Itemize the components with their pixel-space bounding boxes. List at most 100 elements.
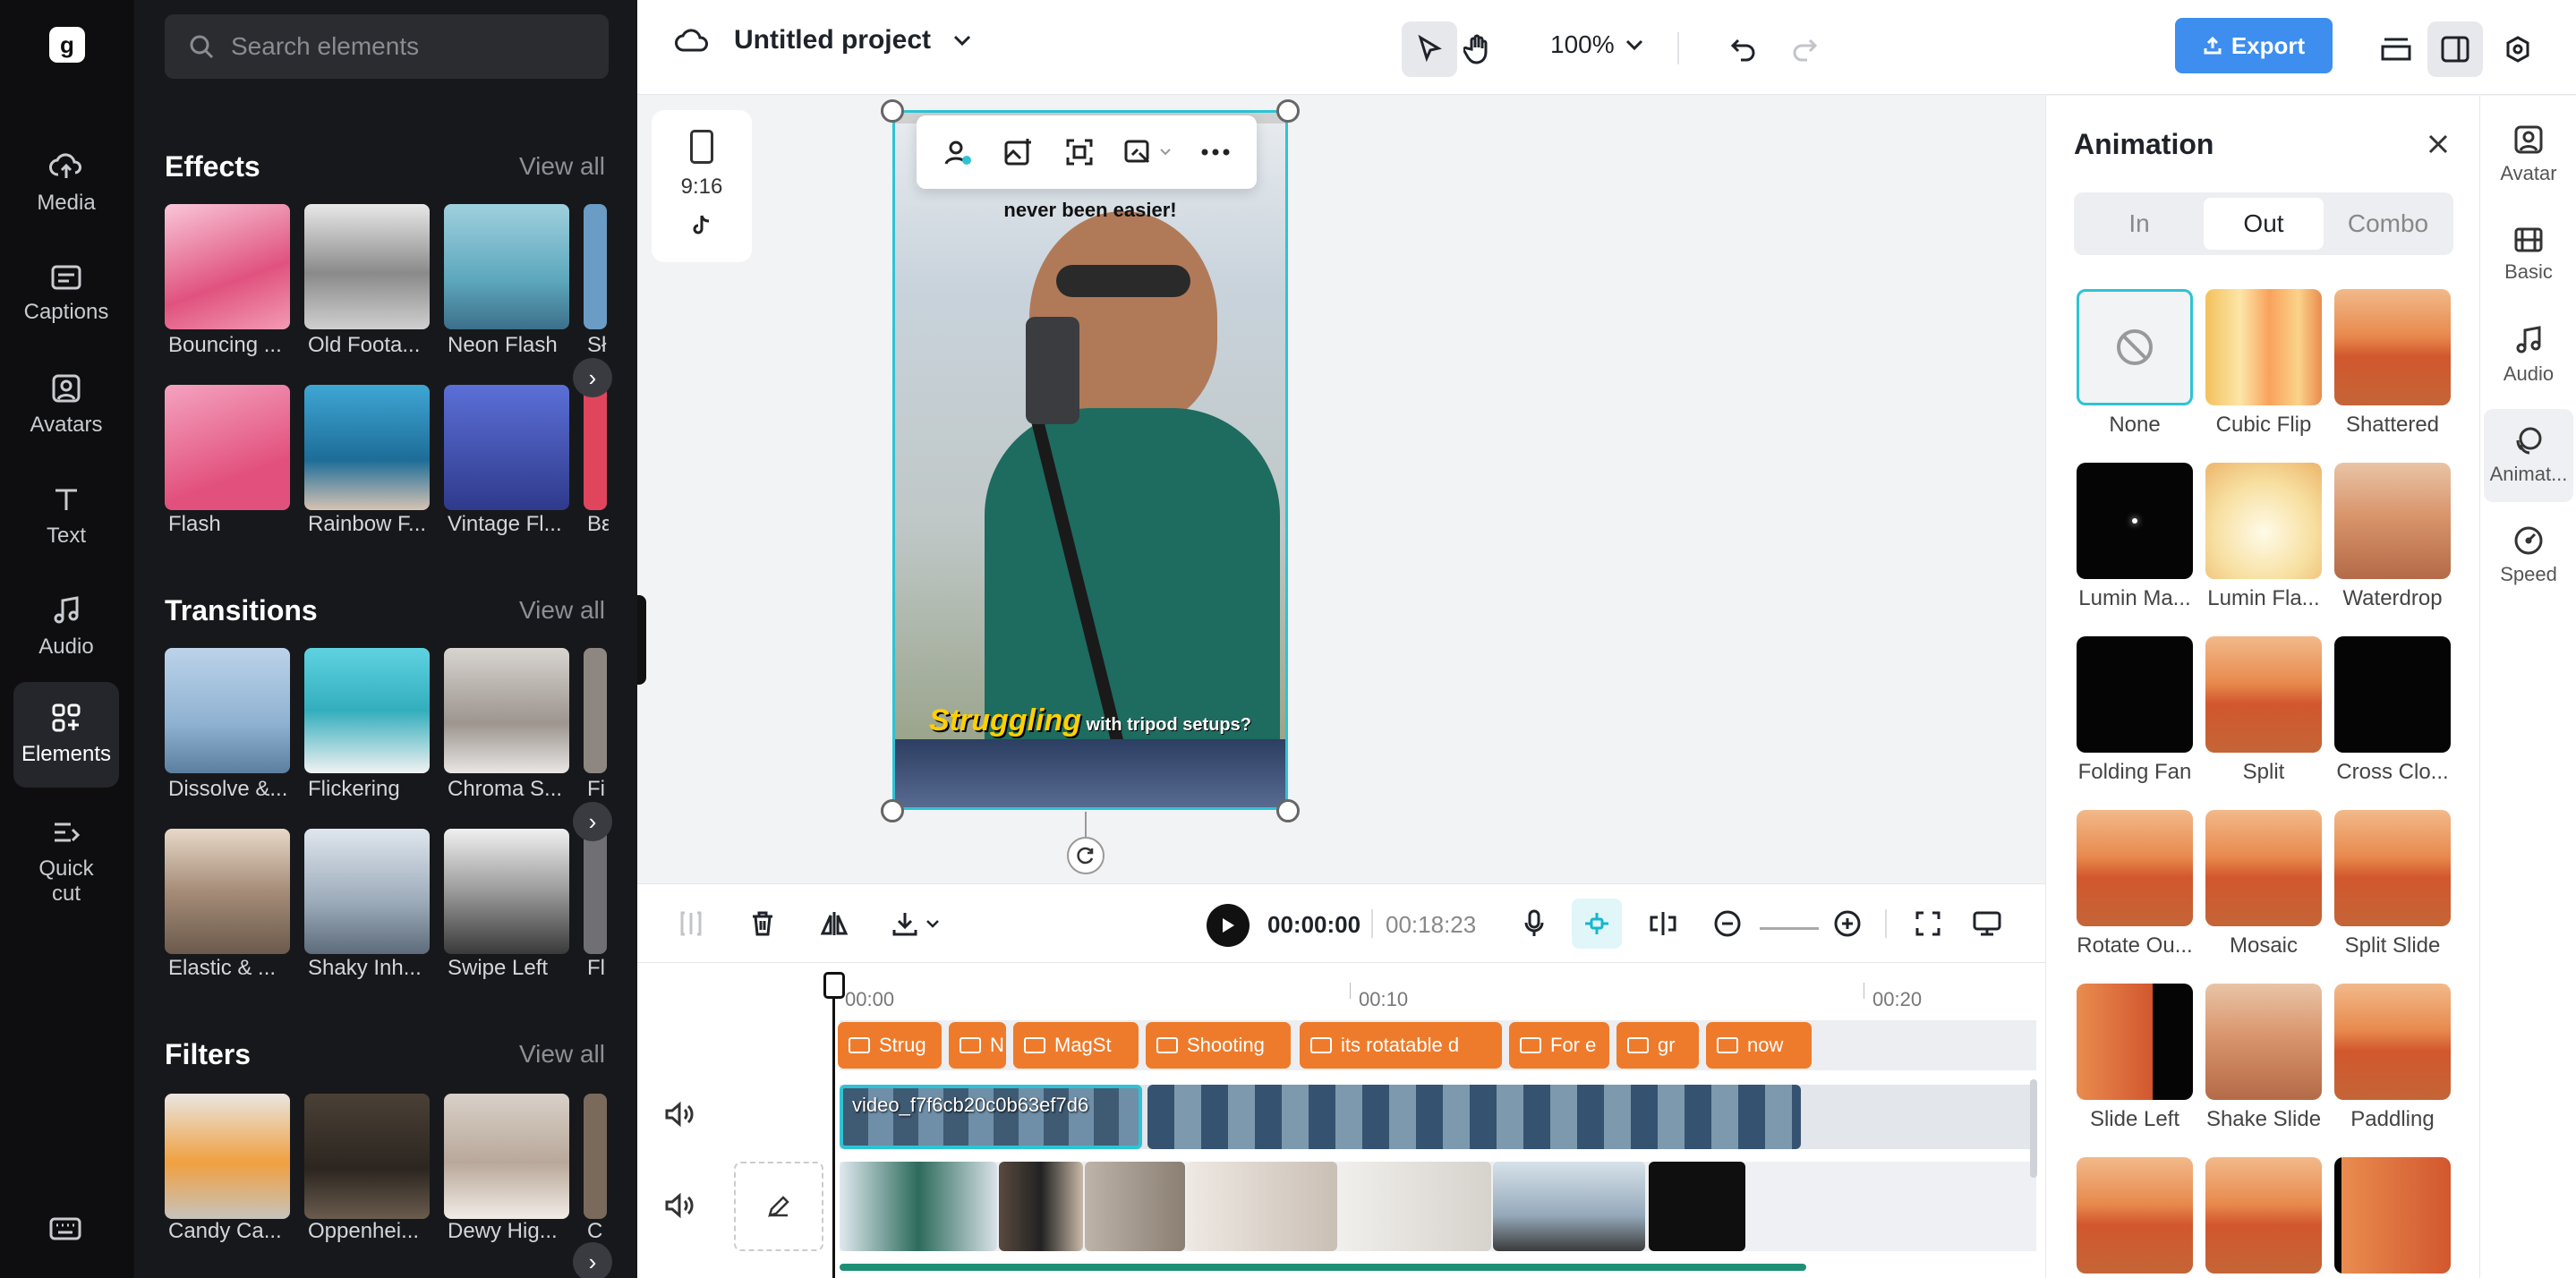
caption-chip[interactable]: its rotatable d — [1300, 1022, 1502, 1069]
delete-button[interactable] — [741, 902, 784, 945]
audio-track-clip[interactable] — [840, 1264, 1806, 1271]
transition-thumb[interactable] — [584, 648, 607, 773]
caption-chip[interactable]: MagSt — [1013, 1022, 1139, 1069]
filter-thumb[interactable] — [444, 1094, 569, 1219]
animation-tile[interactable] — [2334, 1157, 2451, 1274]
animation-tile[interactable] — [2334, 810, 2451, 926]
resize-handle-bottom-left[interactable] — [881, 799, 904, 822]
tab-out[interactable]: Out — [2204, 198, 2324, 250]
tab-in[interactable]: In — [2079, 198, 2199, 250]
animation-tile[interactable] — [2334, 463, 2451, 579]
filter-thumb[interactable] — [584, 1094, 607, 1219]
effect-thumb[interactable] — [165, 204, 290, 329]
broll-track-volume-button[interactable] — [664, 1192, 696, 1224]
transition-thumb[interactable] — [584, 829, 607, 954]
animation-tile[interactable] — [2334, 289, 2451, 405]
playhead-handle[interactable] — [823, 972, 845, 999]
animation-tile[interactable] — [2205, 463, 2322, 579]
avatar-swap-button[interactable] — [938, 132, 977, 172]
video-clip[interactable] — [1147, 1085, 1801, 1149]
caption-chip[interactable]: For e — [1509, 1022, 1609, 1069]
keyboard-icon[interactable] — [49, 1215, 85, 1251]
animation-tile[interactable] — [2205, 1157, 2322, 1274]
broll-clip[interactable] — [1085, 1162, 1185, 1251]
replace-image-button[interactable] — [999, 132, 1038, 172]
search-input[interactable]: Search elements — [165, 14, 609, 79]
effects-view-all[interactable]: View all — [519, 152, 605, 181]
flip-button[interactable] — [813, 902, 856, 945]
video-track-volume-button[interactable] — [664, 1101, 696, 1133]
zoom-select[interactable]: 100% — [1550, 30, 1643, 59]
effect-thumb[interactable] — [304, 204, 430, 329]
panel-collapse-handle[interactable] — [637, 595, 646, 685]
filters-scroll-right-button[interactable]: › — [573, 1242, 612, 1278]
transition-thumb[interactable] — [304, 648, 430, 773]
broll-clip[interactable] — [1339, 1162, 1491, 1251]
timeline-scrollbar[interactable] — [2030, 1079, 2037, 1178]
transition-thumb[interactable] — [165, 829, 290, 954]
caption-chip[interactable]: now — [1706, 1022, 1812, 1069]
redo-button[interactable] — [1777, 21, 1832, 77]
transition-thumb[interactable] — [165, 648, 290, 773]
broll-clip[interactable] — [1649, 1162, 1745, 1251]
effect-thumb[interactable] — [584, 385, 607, 510]
edit-track-button[interactable] — [734, 1162, 823, 1251]
caption-text-bottom[interactable]: Struggling with tripod setups? — [895, 703, 1285, 738]
animation-tile[interactable] — [2077, 636, 2193, 753]
split-at-playhead-button[interactable] — [1642, 902, 1685, 945]
transitions-view-all[interactable]: View all — [519, 596, 605, 625]
caption-chip[interactable]: N — [949, 1022, 1006, 1069]
timeline-zoom-slider[interactable] — [1760, 927, 1819, 930]
filter-thumb[interactable] — [304, 1094, 430, 1219]
effect-thumb[interactable] — [584, 204, 607, 329]
animation-tile[interactable] — [2205, 810, 2322, 926]
rail-item-audio[interactable]: Audio — [13, 575, 119, 680]
app-logo[interactable]: g — [49, 27, 85, 63]
right-rail-avatar[interactable]: Avatar — [2484, 108, 2573, 201]
rail-item-media[interactable]: Media — [13, 131, 119, 236]
crop-button[interactable] — [1060, 132, 1099, 172]
layers-button[interactable] — [2368, 21, 2424, 77]
playhead[interactable] — [832, 976, 835, 1278]
animation-tile[interactable] — [2077, 1157, 2193, 1274]
effect-thumb[interactable] — [444, 385, 569, 510]
video-preview[interactable]: never been easier! Struggling with tripo… — [892, 110, 1288, 810]
rail-item-quick-cut[interactable]: Quick cut — [13, 804, 119, 920]
project-menu[interactable]: Untitled project — [675, 25, 972, 55]
effects-scroll-right-button[interactable]: › — [573, 358, 612, 397]
broll-clip[interactable] — [1493, 1162, 1645, 1251]
split-button[interactable] — [670, 902, 712, 945]
rail-item-text[interactable]: Text — [13, 464, 119, 569]
background-dropdown-button[interactable] — [1121, 132, 1174, 172]
animation-tile[interactable] — [2205, 984, 2322, 1100]
hand-tool-button[interactable] — [1450, 21, 1506, 77]
animation-tile[interactable] — [2334, 984, 2451, 1100]
play-button[interactable] — [1207, 904, 1250, 947]
animation-tile[interactable] — [2077, 463, 2193, 579]
transition-thumb[interactable] — [444, 829, 569, 954]
rotate-handle[interactable] — [1067, 837, 1105, 874]
auto-snap-button[interactable] — [1572, 899, 1622, 949]
fullscreen-button[interactable] — [1906, 902, 1949, 945]
preview-settings-button[interactable] — [1966, 902, 2009, 945]
resize-handle-top-right[interactable] — [1276, 99, 1300, 123]
zoom-out-button[interactable] — [1706, 902, 1749, 945]
record-voice-button[interactable] — [1513, 902, 1556, 945]
toggle-panel-button[interactable] — [2427, 21, 2483, 77]
right-rail-audio[interactable]: Audio — [2484, 309, 2573, 402]
more-options-button[interactable] — [1196, 132, 1235, 172]
animation-none-tile[interactable] — [2077, 289, 2193, 405]
animation-tile[interactable] — [2077, 810, 2193, 926]
undo-button[interactable] — [1716, 21, 1771, 77]
rail-item-elements[interactable]: Elements — [13, 682, 119, 788]
settings-button[interactable] — [2490, 21, 2546, 77]
transitions-scroll-right-button[interactable]: › — [573, 802, 612, 841]
select-tool-button[interactable] — [1402, 21, 1457, 77]
filter-thumb[interactable] — [165, 1094, 290, 1219]
resize-handle-top-left[interactable] — [881, 99, 904, 123]
right-rail-basic[interactable]: Basic — [2484, 209, 2573, 302]
right-rail-speed[interactable]: Speed — [2484, 509, 2573, 602]
caption-chip[interactable]: gr — [1616, 1022, 1699, 1069]
animation-tile[interactable] — [2334, 636, 2451, 753]
broll-clip[interactable] — [840, 1162, 997, 1251]
